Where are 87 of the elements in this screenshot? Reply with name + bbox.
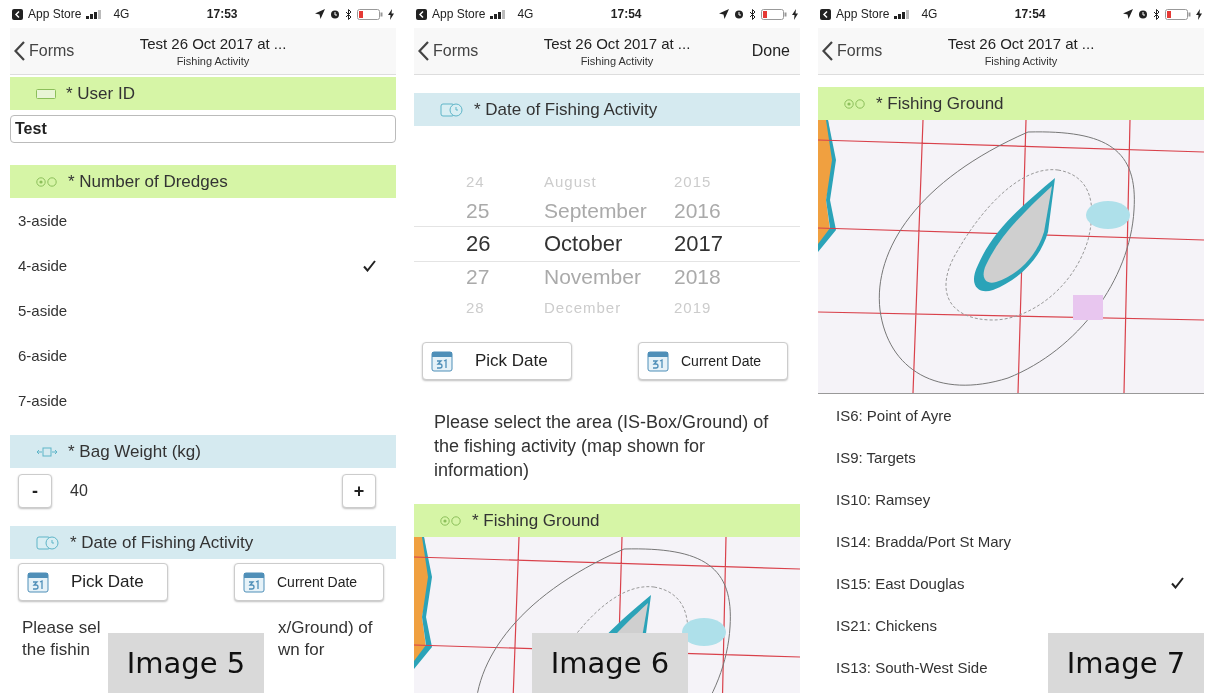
instruction-text: wn for [278,639,325,661]
option-item[interactable]: 6-aside [10,333,396,378]
network-text: 4G [113,7,130,21]
option-item[interactable]: 7-aside [10,378,396,423]
text-field-icon [36,88,56,99]
bluetooth-icon [749,8,756,20]
location-icon [1123,9,1133,19]
option-item[interactable]: IS13: South-West Side [818,646,1008,688]
picker-year[interactable]: 2017 [674,231,754,257]
location-icon [719,9,729,19]
text-field[interactable]: Test [10,115,396,143]
section-title: * Date of Fishing Activity [474,99,658,120]
picker-day[interactable]: 26 [466,231,544,257]
check-icon [363,259,376,272]
nav-title: Test 26 Oct 2017 at ... [139,35,287,52]
bluetooth-icon [1153,8,1160,20]
section-title: * Fishing Ground [472,510,600,531]
network-text: 4G [921,7,938,21]
carrier-text: App Store [432,7,486,21]
option-item[interactable]: IS14: Bradda/Port St Mary [818,520,1204,562]
location-icon [315,9,325,19]
alarm-icon [734,9,744,19]
charging-icon [1196,8,1202,20]
chevron-left-icon [418,41,429,61]
carrier-text: App Store [28,7,82,21]
date-button[interactable]: Current Date [234,563,384,601]
nav-subtitle: Fishing Activity [984,55,1058,67]
nav-subtitle: Fishing Activity [580,55,654,67]
calendar-clock-icon [36,535,60,550]
alarm-icon [330,9,340,19]
date-button[interactable]: Pick Date [422,342,572,380]
instruction-text: Please sel [22,617,101,639]
caption-label: Image 5 [108,633,264,693]
calendar-icon [243,571,265,593]
network-text: 4G [517,7,534,21]
calendar-clock-icon [440,102,464,117]
instruction-text: Please select the area (IS-Box/Ground) of the fishing activity (map shown for information) [434,411,770,482]
status-time: 17:54 [610,7,642,21]
chevron-left-icon [822,41,833,61]
back-link[interactable]: Forms [818,41,908,61]
chevron-left-icon [14,41,25,61]
calendar-icon [647,350,669,372]
decrement-button[interactable]: - [18,474,52,508]
option-item[interactable]: 5-aside [10,288,396,333]
section-title: * Number of Dredges [68,171,228,192]
option-item[interactable]: IS10: Ramsey [818,478,1204,520]
date-button[interactable]: Current Date [638,342,788,380]
status-time: 17:54 [1014,7,1046,21]
option-item[interactable]: IS9: Targets [818,436,1204,478]
section-title: * Date of Fishing Activity [70,532,254,553]
nav-title: Test 26 Oct 2017 at ... [947,35,1095,52]
slider-icon [36,446,58,457]
date-button[interactable]: Pick Date [18,563,168,601]
option-item[interactable]: 4-aside [10,243,396,288]
calendar-icon [431,350,453,372]
section-title: * Bag Weight (kg) [68,441,201,462]
status-time: 17:53 [206,7,238,21]
done-button[interactable]: Done [751,42,790,60]
nav-title: Test 26 Oct 2017 at ... [543,35,691,52]
caption-label: Image 7 [1048,633,1204,693]
alarm-icon [1138,9,1148,19]
section-title: * User ID [66,83,135,104]
battery-icon [761,8,787,20]
back-link[interactable]: Forms [414,41,504,61]
section-title: * Fishing Ground [876,93,1004,114]
check-icon [1171,577,1184,589]
charging-icon [388,8,394,20]
back-link[interactable]: Forms [10,41,100,61]
radio-icon [36,176,58,187]
option-item[interactable]: IS15: East Douglas [818,562,1204,604]
picker-month[interactable]: October [544,231,674,257]
instruction-text: x/Ground) of [278,617,373,639]
instruction-text: the fishin [22,639,91,661]
calendar-icon [27,571,49,593]
radio-icon [440,515,462,526]
nav-subtitle: Fishing Activity [176,55,250,67]
battery-icon [1165,8,1191,20]
bluetooth-icon [345,8,352,20]
radio-icon [844,98,866,109]
increment-button[interactable]: + [342,474,376,508]
option-item[interactable]: 3-aside [10,198,396,243]
option-item[interactable]: IS6: Point of Ayre [818,394,1204,436]
caption-label: Image 6 [532,633,688,693]
carrier-text: App Store [836,7,890,21]
stepper-value: 40 [70,482,89,500]
charging-icon [792,8,798,20]
battery-icon [357,8,383,20]
